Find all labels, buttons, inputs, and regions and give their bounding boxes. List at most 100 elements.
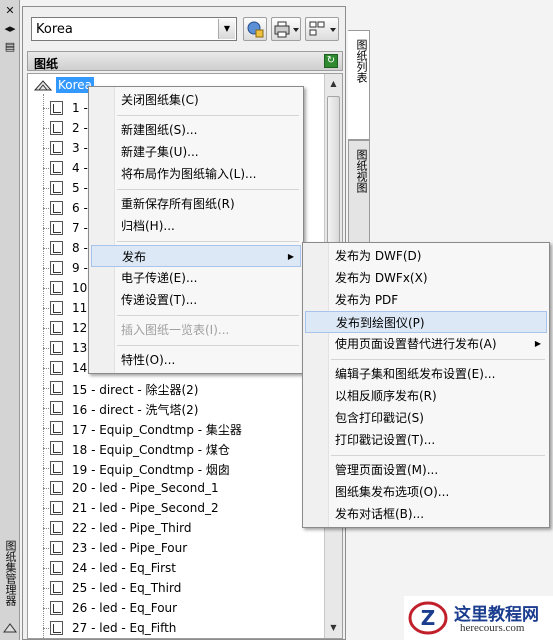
tree-guide-line	[43, 588, 49, 589]
menu-separator	[331, 359, 545, 360]
menu-item-etransmit[interactable]: 电子传递(E)...	[91, 267, 301, 289]
menu-item-manage-page-setups[interactable]: 管理页面设置(M)...	[305, 459, 547, 481]
close-icon[interactable]: ✕	[2, 4, 18, 18]
tree-guide-line	[43, 308, 49, 309]
printer-icon	[274, 21, 299, 38]
tree-guide-line	[43, 508, 49, 509]
sheet-row[interactable]: 18 - Equip_Condtmp - 煤仓	[28, 438, 328, 458]
menu-item-plot-stamp-settings[interactable]: 打印戳记设置(T)...	[305, 429, 547, 451]
menu-separator	[117, 345, 299, 346]
menu-separator	[117, 315, 299, 316]
sheet-icon	[50, 401, 63, 415]
sheet-icon	[50, 541, 63, 555]
sheet-label: 17 - Equip_Condtmp - 集尘器	[72, 423, 242, 437]
sheet-set-icon	[3, 623, 17, 633]
sheet-row[interactable]: 27 - led - Eq_Fifth	[28, 618, 328, 638]
chevron-down-icon[interactable]: ▼	[218, 19, 235, 39]
tree-guide-line	[43, 368, 49, 369]
scroll-thumb[interactable]	[327, 96, 340, 246]
sheet-icon	[50, 581, 63, 595]
properties-icon[interactable]: ▤	[2, 40, 18, 54]
auto-hide-icon[interactable]: ◂▸	[2, 22, 18, 36]
sheet-row[interactable]: 21 - led - Pipe_Second_2	[28, 498, 328, 518]
tree-guide-line	[43, 408, 49, 409]
menu-item-import-layout[interactable]: 将布局作为图纸输入(L)...	[91, 163, 301, 185]
tree-guide-line	[43, 128, 49, 129]
menu-separator	[117, 241, 299, 242]
sheet-icon	[50, 321, 63, 335]
sheet-row[interactable]: 22 - led - Pipe_Third	[28, 518, 328, 538]
sheet-row[interactable]: 16 - direct - 洗气塔(2)	[28, 398, 328, 418]
sheet-row[interactable]: 23 - led - Pipe_Four	[28, 538, 328, 558]
tree-guide-line	[43, 348, 49, 349]
tab-sheet-views[interactable]: 图纸视图	[348, 140, 370, 252]
scroll-up-icon[interactable]: ▲	[326, 76, 341, 92]
sheet-label: 8 -	[72, 241, 88, 255]
menu-item-properties[interactable]: 特性(O)...	[91, 349, 301, 371]
sheet-set-details-button[interactable]	[243, 17, 267, 41]
menu-item-new-subset[interactable]: 新建子集(U)...	[91, 141, 301, 163]
tree-guide-line	[43, 448, 49, 449]
refresh-icon[interactable]: ↻	[324, 54, 338, 68]
sheet-row[interactable]: 15 - direct - 除尘器(2)	[28, 378, 328, 398]
menu-item-publish-label: 发布	[122, 250, 147, 264]
sheet-label: 1 -	[72, 101, 88, 115]
menu-item-publish-dwfx[interactable]: 发布为 DWFx(X)	[305, 267, 547, 289]
tree-guide-line	[43, 108, 49, 109]
palette-title-strip: ✕ ◂▸ ▤ 图纸集管理器	[0, 0, 20, 640]
sheet-row[interactable]: 20 - led - Pipe_Second_1	[28, 478, 328, 498]
sheet-label: 6 -	[72, 201, 88, 215]
tree-guide-line	[43, 208, 49, 209]
sheet-set-combo[interactable]: Korea ▼	[31, 17, 237, 41]
sheet-icon	[50, 461, 63, 475]
sheet-selections-icon	[309, 21, 336, 36]
sheet-set-icon	[34, 80, 52, 91]
sheet-icon	[50, 261, 63, 275]
sheet-label: 24 - led - Eq_First	[72, 561, 176, 575]
tree-guide-line	[43, 388, 49, 389]
sheet-row[interactable]: 19 - Equip_Condtmp - 烟囱	[28, 458, 328, 478]
menu-item-archive[interactable]: 归档(H)...	[91, 215, 301, 237]
menu-item-close-sheet-set[interactable]: 关闭图纸集(C)	[91, 89, 301, 111]
watermark-url: herecours.com	[460, 622, 525, 634]
tab-sheet-list[interactable]: 图纸列表	[348, 30, 370, 140]
sheet-icon	[50, 621, 63, 635]
menu-item-publish-pdf[interactable]: 发布为 PDF	[305, 289, 547, 311]
sheet-icon	[50, 361, 63, 375]
menu-item-publish-options[interactable]: 图纸集发布选项(O)...	[305, 481, 547, 503]
sheet-icon	[50, 481, 63, 495]
menu-separator	[117, 189, 299, 190]
sheet-row[interactable]: 24 - led - Eq_First	[28, 558, 328, 578]
menu-item-resave-all[interactable]: 重新保存所有图纸(R)	[91, 193, 301, 215]
sheet-icon	[50, 181, 63, 195]
sheet-label: 10	[72, 281, 88, 295]
publish-button[interactable]	[271, 17, 301, 41]
sheet-label: 22 - led - Pipe_Third	[72, 521, 192, 535]
menu-item-reverse-order[interactable]: 以相反顺序发布(R)	[305, 385, 547, 407]
menu-item-publish[interactable]: 发布 ▶	[91, 245, 301, 267]
tree-guide-line	[43, 428, 49, 429]
menu-item-transmittal-setups[interactable]: 传递设置(T)...	[91, 289, 301, 311]
sheet-label: 11	[72, 301, 88, 315]
menu-item-publish-dwf[interactable]: 发布为 DWF(D)	[305, 245, 547, 267]
tree-guide-line	[43, 568, 49, 569]
watermark: Z 这里教程网 herecours.com	[404, 596, 553, 640]
sheet-label: 21 - led - Pipe_Second_2	[72, 501, 219, 515]
menu-item-new-sheet[interactable]: 新建图纸(S)...	[91, 119, 301, 141]
submenu-arrow-icon: ▶	[534, 339, 541, 348]
sheet-label: 2 -	[72, 121, 88, 135]
menu-item-edit-publish-settings[interactable]: 编辑子集和图纸发布设置(E)...	[305, 363, 547, 385]
menu-item-publish-plotter[interactable]: 发布到绘图仪(P)	[305, 311, 547, 333]
menu-item-page-setup-override[interactable]: 使用页面设置替代进行发布(A) ▶	[305, 333, 547, 355]
sheet-row[interactable]: 17 - Equip_Condtmp - 集尘器	[28, 418, 328, 438]
menu-item-include-plot-stamp[interactable]: 包含打印戳记(S)	[305, 407, 547, 429]
sheet-selections-button[interactable]	[305, 17, 339, 41]
sheets-section-title: 图纸	[34, 57, 59, 71]
sheet-row[interactable]: 25 - led - Eq_Third	[28, 578, 328, 598]
sheet-row[interactable]: 26 - led - Eq_Four	[28, 598, 328, 618]
tree-guide-line	[43, 608, 49, 609]
tree-guide-line	[43, 148, 49, 149]
scroll-down-icon[interactable]: ▼	[326, 620, 341, 636]
tree-guide-line	[43, 228, 49, 229]
menu-item-publish-dialog[interactable]: 发布对话框(B)...	[305, 503, 547, 525]
